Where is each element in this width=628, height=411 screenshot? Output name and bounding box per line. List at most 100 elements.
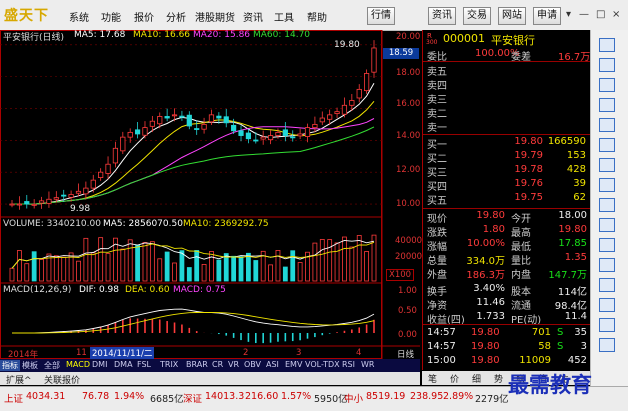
cal-icon[interactable]	[599, 218, 615, 232]
menu-analysis[interactable]: 分析	[166, 9, 186, 24]
menu-quotes[interactable]: 报价	[134, 9, 154, 24]
draw-icon[interactable]	[599, 318, 615, 332]
stat-value: 98.4亿	[554, 301, 587, 312]
candle-body	[341, 104, 348, 115]
index-zx-value: 8519.19	[366, 391, 406, 402]
candle-body	[245, 132, 252, 140]
tab-all[interactable]: 全部	[44, 360, 60, 371]
tab-rsi[interactable]: RSI	[342, 360, 355, 369]
back-icon[interactable]	[599, 38, 615, 52]
menu-tools[interactable]: 工具	[274, 9, 294, 24]
kline-icon[interactable]	[599, 138, 615, 152]
candle-body	[53, 197, 59, 200]
tab-template[interactable]: 模板	[22, 360, 38, 371]
macd-dif: DIF: 0.98	[79, 285, 119, 295]
tab-brar[interactable]: BRAR	[186, 360, 208, 369]
tab-info-button[interactable]: 资讯	[428, 7, 456, 25]
volume-bar	[364, 251, 370, 282]
vol-icon[interactable]	[599, 278, 615, 292]
candle-body	[327, 114, 333, 120]
volume-title: VOLUME: 3340210.00	[3, 219, 101, 229]
window-menu-icon[interactable]: ▾	[566, 9, 571, 20]
volume-bar	[179, 250, 185, 282]
index-sh-amount: 6685亿	[150, 394, 184, 405]
candle-body	[253, 139, 259, 142]
tab-vr[interactable]: VR	[228, 360, 239, 369]
stat-value: 11.4	[564, 311, 587, 322]
menu-help[interactable]: 帮助	[307, 9, 327, 24]
tab-vol-tdx[interactable]: VOL-TDX	[305, 360, 340, 369]
fin-icon[interactable]	[599, 198, 615, 212]
list-icon[interactable]	[599, 258, 615, 272]
tab-macd[interactable]: MACD	[66, 360, 90, 369]
tab-trend[interactable]: 势	[494, 372, 503, 385]
down-icon[interactable]	[599, 98, 615, 112]
tab-obv[interactable]: OBV	[244, 360, 261, 369]
tab-apply-button[interactable]: 申请	[533, 7, 561, 25]
volume-bar	[164, 251, 170, 282]
kline-chart[interactable]	[0, 30, 420, 360]
chart-title: 平安银行(日线)	[3, 33, 65, 43]
rsi-icon[interactable]	[599, 298, 615, 312]
index-sz-value: 14013.3	[205, 391, 245, 402]
buy-volume: 153	[566, 150, 586, 161]
tab-asi[interactable]: ASI	[266, 360, 279, 369]
up-icon[interactable]	[599, 78, 615, 92]
volume-tick: 20000	[395, 252, 423, 262]
volume-bar	[157, 258, 163, 282]
tab-related-quotes[interactable]: 关联报价	[44, 373, 80, 386]
index-sh-value: 4034.31	[26, 391, 66, 402]
stat-label: 最高	[511, 228, 531, 239]
tab-dma[interactable]: DMA	[114, 360, 133, 369]
refresh-icon[interactable]	[599, 58, 615, 72]
tab-emv[interactable]: EMV	[285, 360, 302, 369]
volume-bar	[194, 250, 200, 282]
divider	[423, 61, 591, 62]
tab-price[interactable]: 价	[450, 372, 459, 385]
index-zx-change: 238.95	[410, 391, 444, 402]
stat-label: 涨幅	[427, 242, 447, 253]
buy-volume: 39	[573, 178, 586, 189]
chart-area[interactable]: 平安银行(日线) MA5: 17.68 MA10: 16.66 MA20: 15…	[0, 30, 423, 360]
stat-value: 1.733	[476, 311, 505, 322]
menu-hk-futures[interactable]: 港股期货	[195, 9, 235, 24]
maximize-icon[interactable]: □	[596, 9, 605, 20]
tab-website-button[interactable]: 网站	[498, 7, 526, 25]
minimize-icon[interactable]: —	[579, 9, 589, 20]
tab-fsl[interactable]: FSL	[137, 360, 151, 369]
tab-trade-button[interactable]: 交易	[463, 7, 491, 25]
tab-wr[interactable]: WR	[361, 360, 374, 369]
menu-function[interactable]: 功能	[101, 9, 121, 24]
tick-icon[interactable]	[599, 158, 615, 172]
candle-body	[319, 117, 325, 123]
y-tick: 20.00	[396, 32, 421, 42]
y-tick: 12.00	[396, 165, 421, 175]
index-sz-pct: 1.57%	[281, 391, 312, 402]
volume-bar	[172, 262, 177, 282]
candle-body	[334, 111, 340, 114]
tab-expand[interactable]: 扩展^	[6, 373, 32, 386]
stat-label: 换手	[427, 287, 447, 298]
tick-count: 452	[567, 355, 587, 366]
menu-news[interactable]: 资讯	[243, 9, 263, 24]
grid-icon[interactable]	[599, 238, 615, 252]
tab-dmi[interactable]: DMI	[92, 360, 107, 369]
tab-indicator[interactable]: 指标	[0, 360, 20, 371]
index-sh-label: 上证	[4, 394, 24, 405]
f10-icon[interactable]	[599, 178, 615, 192]
pen-icon[interactable]	[599, 338, 615, 352]
tab-market-button[interactable]: 行情	[367, 7, 395, 25]
tab-cr[interactable]: CR	[212, 360, 223, 369]
chart-icon[interactable]	[599, 118, 615, 132]
ma5-line	[12, 83, 375, 205]
tab-detail[interactable]: 细	[472, 372, 481, 385]
divider	[423, 134, 591, 135]
tab-trades[interactable]: 笔	[428, 372, 437, 385]
menu-system[interactable]: 系统	[69, 9, 89, 24]
stat-value: 114亿	[557, 287, 587, 298]
candle-body	[297, 133, 303, 137]
index-sh-change: 76.78	[82, 391, 110, 402]
macd-dea-line	[12, 312, 375, 334]
close-icon[interactable]: ×	[612, 9, 620, 20]
tab-trix[interactable]: TRIX	[160, 360, 178, 369]
